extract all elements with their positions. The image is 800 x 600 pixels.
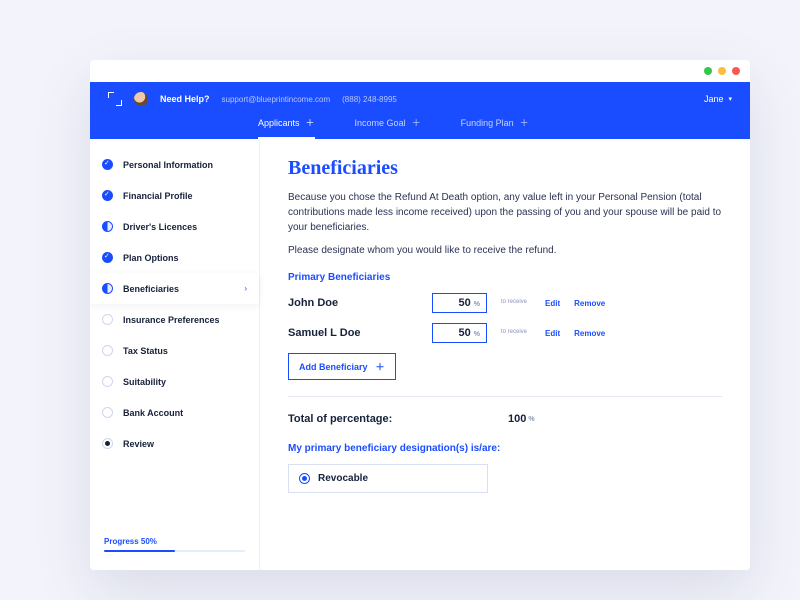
percentage-input[interactable]: 50 % — [432, 323, 487, 343]
designation-option-revocable[interactable]: Revocable — [288, 464, 488, 493]
beneficiary-name: Samuel L Doe — [288, 327, 418, 339]
total-label: Total of percentage: — [288, 413, 508, 425]
radio-selected-icon — [299, 473, 310, 484]
page-title: Beneficiaries — [288, 157, 722, 180]
sidebar-item-insurance-preferences[interactable]: Insurance Preferences — [90, 304, 259, 335]
plus-icon: ＋ — [376, 360, 385, 373]
window-maximize[interactable] — [718, 67, 726, 75]
sidebar-item-plan-options[interactable]: Plan Options — [90, 242, 259, 273]
support-email[interactable]: support@blueprintincome.com — [222, 95, 331, 104]
add-beneficiary-button[interactable]: Add Beneficiary ＋ — [288, 353, 396, 380]
main-content: Beneficiaries Because you chose the Refu… — [260, 139, 750, 570]
to-receive-label: to receive — [501, 329, 531, 336]
status-empty-icon — [102, 314, 113, 325]
progress-indicator: Progress 50% — [90, 529, 259, 560]
sidebar-item-review[interactable]: Review — [90, 428, 259, 459]
support-phone[interactable]: (888) 248-8995 — [342, 95, 397, 104]
beneficiary-row: John Doe 50 % to receive Edit Remove — [288, 293, 722, 313]
window-close[interactable] — [732, 67, 740, 75]
chevron-down-icon: ▾ — [728, 95, 732, 103]
user-menu[interactable]: Jane ▾ — [704, 94, 732, 104]
edit-link[interactable]: Edit — [545, 299, 560, 308]
total-value: 100 — [508, 413, 526, 425]
beneficiary-row: Samuel L Doe 50 % to receive Edit Remove — [288, 323, 722, 343]
tab-applicants[interactable]: Applicants ＋ — [258, 116, 315, 139]
status-done-icon — [102, 252, 113, 263]
sidebar-item-personal-information[interactable]: Personal Information — [90, 149, 259, 180]
help-label: Need Help? — [160, 94, 210, 104]
chevron-right-icon: › — [244, 284, 247, 293]
window-minimize[interactable] — [704, 67, 712, 75]
status-empty-icon — [102, 407, 113, 418]
plus-icon: ＋ — [412, 116, 421, 129]
status-empty-icon — [102, 345, 113, 356]
status-done-icon — [102, 190, 113, 201]
sidebar: Personal Information Financial Profile D… — [90, 139, 260, 570]
page-description-2: Please designate whom you would like to … — [288, 243, 722, 258]
status-half-icon — [102, 221, 113, 232]
user-name: Jane — [704, 94, 724, 104]
primary-beneficiaries-heading: Primary Beneficiaries — [288, 272, 722, 283]
status-done-icon — [102, 159, 113, 170]
sidebar-item-financial-profile[interactable]: Financial Profile — [90, 180, 259, 211]
plus-icon: ＋ — [520, 116, 529, 129]
percentage-input[interactable]: 50 % — [432, 293, 487, 313]
logo-icon — [108, 92, 122, 106]
beneficiary-name: John Doe — [288, 297, 418, 309]
support-avatar — [134, 92, 148, 106]
tab-income-goal[interactable]: Income Goal ＋ — [355, 116, 421, 139]
top-nav: Applicants ＋ Income Goal ＋ Funding Plan … — [108, 116, 732, 139]
status-half-icon — [102, 283, 113, 294]
remove-link[interactable]: Remove — [574, 299, 605, 308]
app-window: Need Help? support@blueprintincome.com (… — [90, 60, 750, 570]
app-header: Need Help? support@blueprintincome.com (… — [90, 82, 750, 139]
status-current-icon — [102, 438, 113, 449]
sidebar-item-beneficiaries[interactable]: Beneficiaries › — [90, 273, 259, 304]
remove-link[interactable]: Remove — [574, 329, 605, 338]
page-description-1: Because you chose the Refund At Death op… — [288, 190, 722, 235]
status-empty-icon — [102, 376, 113, 387]
edit-link[interactable]: Edit — [545, 329, 560, 338]
sidebar-item-tax-status[interactable]: Tax Status — [90, 335, 259, 366]
window-controls — [90, 60, 750, 82]
designation-heading: My primary beneficiary designation(s) is… — [288, 443, 722, 454]
plus-icon: ＋ — [306, 116, 315, 129]
total-row: Total of percentage: 100 % — [288, 413, 722, 425]
sidebar-item-bank-account[interactable]: Bank Account — [90, 397, 259, 428]
sidebar-item-suitability[interactable]: Suitability — [90, 366, 259, 397]
sidebar-item-drivers-licences[interactable]: Driver's Licences — [90, 211, 259, 242]
tab-funding-plan[interactable]: Funding Plan ＋ — [461, 116, 529, 139]
divider — [288, 396, 722, 397]
to-receive-label: to receive — [501, 299, 531, 306]
